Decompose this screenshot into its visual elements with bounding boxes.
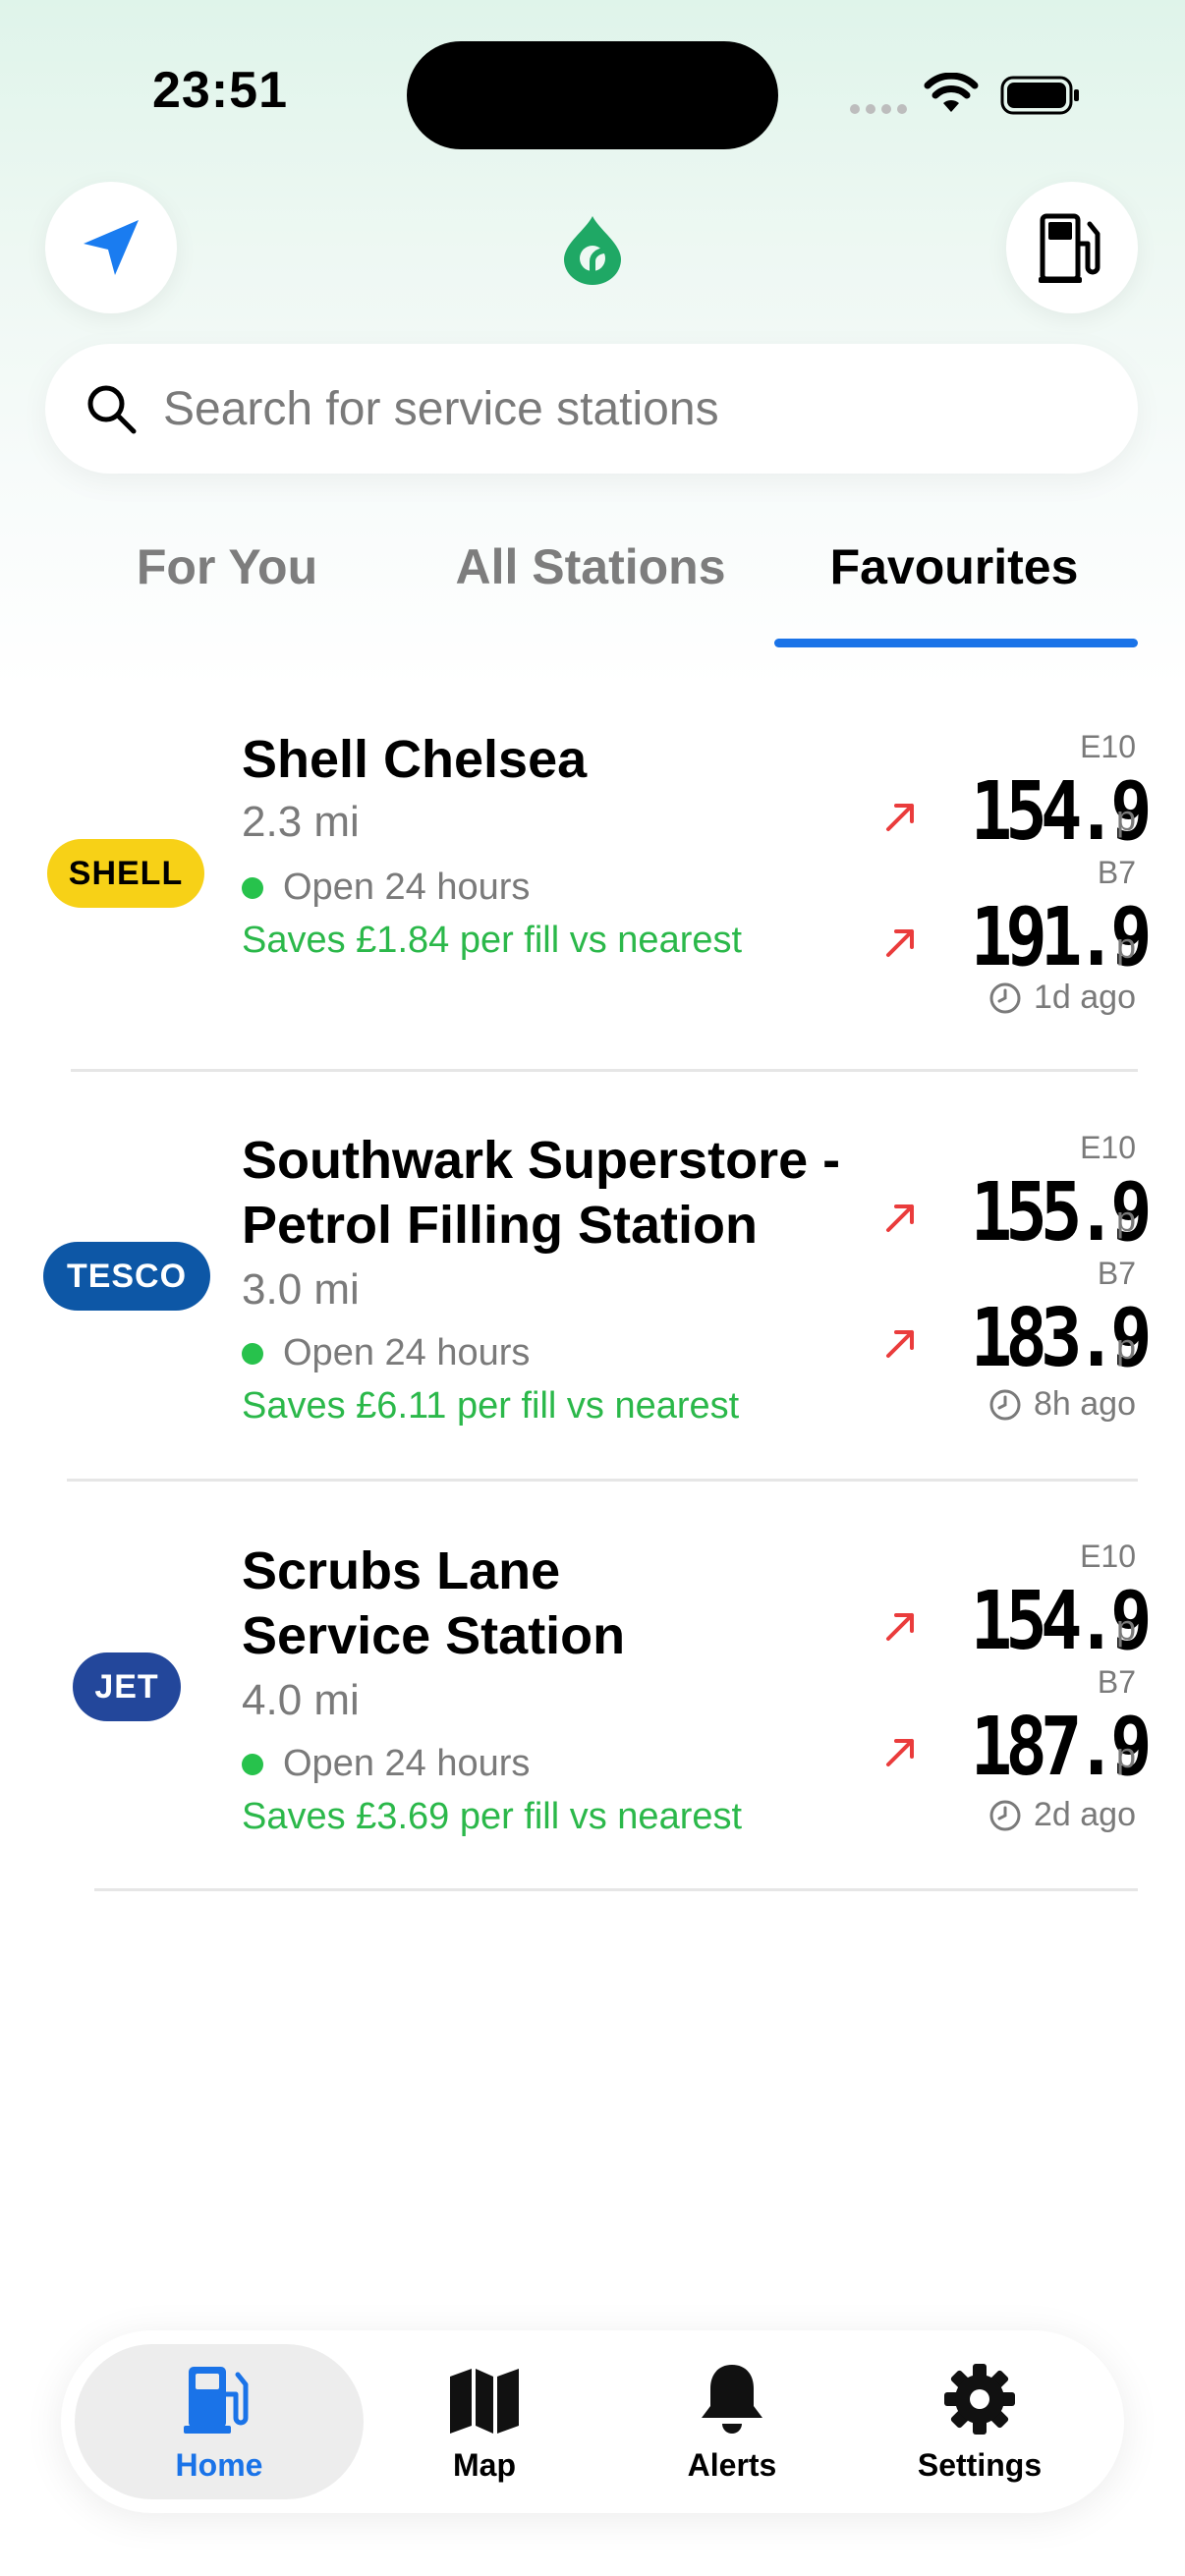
savings-text: Saves £1.84 per fill vs nearest — [242, 920, 743, 961]
tab-all-stations[interactable]: All Stations — [409, 538, 772, 595]
last-updated: 2d ago — [988, 1796, 1136, 1834]
trend-up-icon — [886, 804, 914, 831]
fuel-price: 154.9 — [970, 1575, 1153, 1668]
tab-bar-label: Alerts — [687, 2446, 777, 2483]
station-distance: 2.3 mi — [242, 798, 360, 846]
fuel-type-label: B7 — [1097, 855, 1136, 890]
tab-bar-label: Map — [453, 2446, 516, 2483]
fuel-pump-icon — [1039, 213, 1100, 283]
tab-favourites[interactable]: Favourites — [772, 538, 1136, 595]
fuel-type-label: B7 — [1097, 1664, 1136, 1700]
opening-status: Open 24 hours — [242, 1332, 530, 1374]
search-input[interactable] — [163, 381, 1047, 436]
trend-up-icon — [886, 1330, 914, 1358]
trend-up-icon — [886, 1613, 914, 1641]
station-name-line-2: Service Station — [242, 1606, 626, 1665]
savings-text: Saves £6.11 per fill vs nearest — [242, 1385, 740, 1427]
station-name: Shell Chelsea — [242, 730, 588, 789]
fuel-price: 155.9 — [970, 1166, 1153, 1260]
bell-icon — [702, 2364, 762, 2434]
tab-bar-label: Settings — [917, 2446, 1043, 2483]
cellular-signal-icon — [850, 104, 907, 114]
gear-icon — [944, 2363, 1015, 2435]
row-divider — [94, 1888, 1138, 1891]
fuel-type-label: E10 — [1080, 1130, 1136, 1165]
station-row-scrubs-lane[interactable]: JET Scrubs Lane Service Station 4.0 mi O… — [0, 1519, 1185, 1882]
price-unit: p — [1116, 925, 1137, 966]
station-name-line-2: Petrol Filling Station — [242, 1196, 758, 1255]
last-updated: 8h ago — [988, 1385, 1136, 1424]
tab-bar-settings[interactable]: Settings — [835, 2344, 1124, 2499]
station-name: Scrubs Lane — [242, 1541, 561, 1600]
fuel-type-label: E10 — [1080, 1539, 1136, 1574]
tab-bar-alerts[interactable]: Alerts — [588, 2344, 876, 2499]
active-tab-indicator — [774, 639, 1138, 647]
last-updated-text: 1d ago — [1034, 979, 1136, 1016]
fuel-pump-icon — [184, 2366, 249, 2434]
fuel-price: 154.9 — [970, 765, 1153, 859]
station-distance: 4.0 mi — [242, 1676, 360, 1724]
station-row-southwark-superstore[interactable]: TESCO Southwark Superstore - Petrol Fill… — [0, 1108, 1185, 1472]
search-icon — [87, 385, 137, 434]
savings-text: Saves £3.69 per fill vs nearest — [242, 1796, 743, 1837]
trend-up-icon — [886, 1204, 914, 1232]
station-name: Southwark Superstore - — [242, 1131, 841, 1190]
bottom-tab-bar: Home Map Alerts Settings — [61, 2330, 1124, 2513]
fuel-type-label: B7 — [1097, 1256, 1136, 1291]
locate-me-button[interactable] — [45, 182, 177, 313]
last-updated: 1d ago — [988, 979, 1136, 1017]
location-arrow-icon — [84, 220, 139, 275]
row-divider — [67, 1479, 1138, 1482]
open-status-dot — [242, 1342, 263, 1365]
clock-icon — [989, 982, 1021, 1013]
tab-bar-map[interactable]: Map — [340, 2344, 629, 2499]
price-unit: p — [1116, 1326, 1137, 1367]
price-unit: p — [1116, 1199, 1137, 1239]
battery-icon — [1000, 76, 1079, 115]
status-time: 23:51 — [152, 62, 288, 119]
dynamic-island — [407, 41, 778, 149]
fuel-type-label: E10 — [1080, 729, 1136, 764]
station-tabs: For You All Stations Favourites — [45, 538, 1138, 648]
fuel-type-button[interactable] — [1006, 182, 1138, 313]
last-updated-text: 8h ago — [1034, 1385, 1136, 1423]
map-icon — [450, 2368, 519, 2434]
brand-logo-shell: SHELL — [47, 839, 204, 908]
row-divider — [71, 1069, 1138, 1072]
search-bar[interactable] — [45, 344, 1138, 474]
price-unit: p — [1116, 1607, 1137, 1648]
open-status-dot — [242, 876, 263, 899]
price-unit: p — [1116, 1735, 1137, 1775]
opening-status-text: Open 24 hours — [283, 1743, 531, 1784]
trend-up-icon — [886, 929, 914, 957]
last-updated-text: 2d ago — [1034, 1796, 1136, 1833]
tab-bar-home[interactable]: Home — [75, 2344, 364, 2499]
fuel-price: 183.9 — [970, 1292, 1153, 1385]
brand-logo-jet: JET — [73, 1652, 181, 1721]
opening-status: Open 24 hours — [242, 867, 530, 909]
open-status-dot — [242, 1753, 263, 1775]
fuel-price: 191.9 — [970, 891, 1153, 984]
opening-status: Open 24 hours — [242, 1743, 530, 1785]
fuel-price: 187.9 — [970, 1701, 1153, 1794]
station-distance: 3.0 mi — [242, 1265, 360, 1314]
opening-status-text: Open 24 hours — [283, 1332, 531, 1373]
price-unit: p — [1116, 798, 1137, 838]
station-row-shell-chelsea[interactable]: SHELL Shell Chelsea 2.3 mi Open 24 hours… — [0, 707, 1185, 1071]
clock-icon — [989, 1389, 1021, 1420]
tab-bar-label: Home — [175, 2446, 263, 2483]
app-screen: 23:51 Search for service stations For Yo… — [0, 0, 1185, 2576]
app-logo-drop-icon — [564, 216, 621, 285]
tab-for-you[interactable]: For You — [45, 538, 409, 595]
trend-up-icon — [886, 1739, 914, 1766]
opening-status-text: Open 24 hours — [283, 867, 531, 908]
wifi-icon — [924, 73, 979, 112]
brand-logo-tesco: TESCO — [43, 1242, 210, 1311]
clock-icon — [989, 1800, 1021, 1830]
